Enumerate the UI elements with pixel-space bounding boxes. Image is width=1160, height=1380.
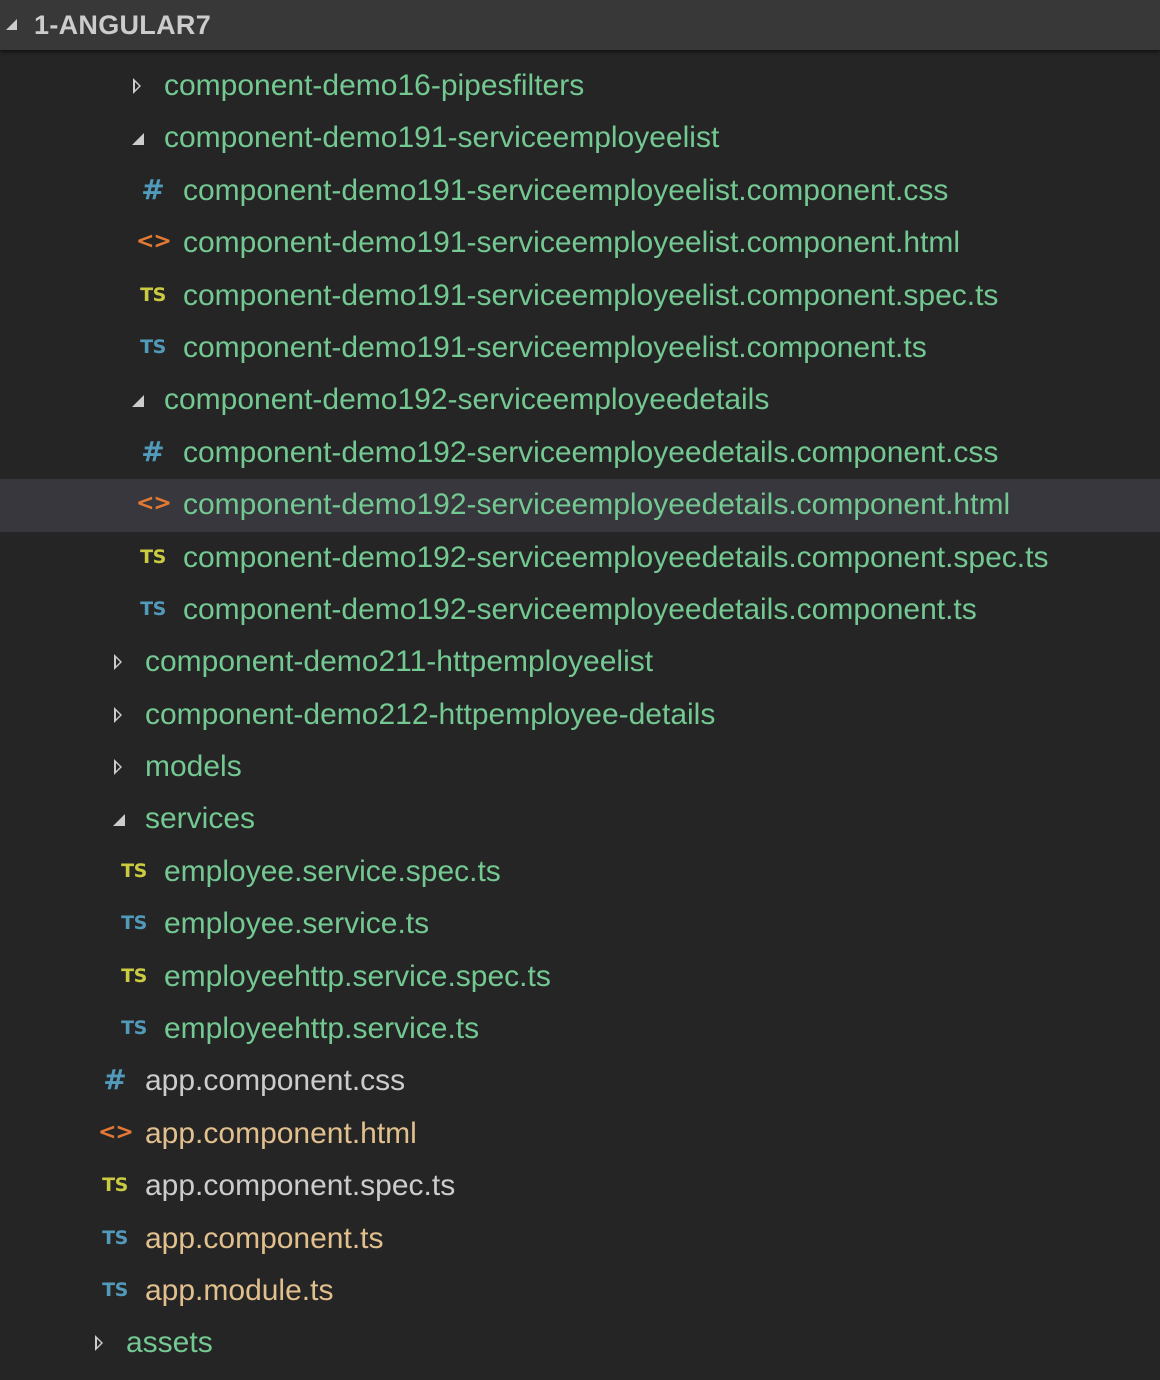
css-file-icon: #	[103, 1063, 127, 1097]
tree-item-folder[interactable]: component-demo192-serviceemployeedetails	[0, 374, 1160, 426]
folder-label: component-demo192-serviceemployeedetails	[164, 383, 770, 417]
ts-spec-file-icon: TS	[102, 1174, 128, 1197]
ts-file-icon: TS	[102, 1278, 128, 1301]
tree-item-file[interactable]: # app.component.css	[0, 1055, 1160, 1107]
ts-file-icon: TS	[140, 335, 166, 358]
tree-item-folder[interactable]: component-demo211-httpemployeelist	[0, 636, 1160, 688]
file-label: app.component.html	[145, 1116, 417, 1150]
explorer-root-header[interactable]: 1-ANGULAR7	[0, 0, 1160, 50]
ts-file-icon: TS	[140, 597, 166, 620]
tree-item-file[interactable]: TS component-demo191-serviceemployeelist…	[0, 322, 1160, 374]
file-label: component-demo191-serviceemployeelist.co…	[183, 278, 999, 312]
tree-item-file[interactable]: # component-demo192-serviceemployeedetai…	[0, 427, 1160, 479]
tree-item-folder[interactable]: component-demo191-serviceemployeelist	[0, 112, 1160, 164]
ts-spec-file-icon: TS	[140, 545, 166, 568]
file-label: employee.service.ts	[164, 907, 430, 941]
file-label: employee.service.spec.ts	[164, 854, 501, 888]
folder-label: models	[145, 750, 242, 784]
tree-item-folder[interactable]: assets	[0, 1317, 1160, 1369]
file-tree: component-demo16-pipesfilters component-…	[0, 60, 1160, 1370]
folder-label: component-demo191-serviceemployeelist	[164, 121, 720, 155]
tree-item-file[interactable]: TS app.component.spec.ts	[0, 1160, 1160, 1212]
file-label: component-demo192-serviceemployeedetails…	[183, 592, 977, 626]
css-file-icon: #	[141, 434, 165, 468]
folder-label: component-demo212-httpemployee-details	[145, 697, 716, 731]
folder-label: assets	[126, 1326, 213, 1360]
tree-item-file-selected[interactable]: <> component-demo192-serviceemployeedeta…	[0, 479, 1160, 532]
tree-item-folder[interactable]: component-demo212-httpemployee-details	[0, 689, 1160, 741]
tree-item-file[interactable]: TS app.module.ts	[0, 1265, 1160, 1317]
tree-item-file[interactable]: TS component-demo191-serviceemployeelist…	[0, 270, 1160, 322]
tree-item-file[interactable]: <> component-demo191-serviceemployeelist…	[0, 217, 1160, 269]
tree-item-file[interactable]: TS component-demo192-serviceemployeedeta…	[0, 584, 1160, 636]
ts-file-icon: TS	[121, 912, 147, 935]
file-label: component-demo192-serviceemployeedetails…	[183, 435, 999, 469]
ts-spec-file-icon: TS	[121, 964, 147, 987]
tree-item-folder[interactable]: component-demo16-pipesfilters	[0, 60, 1160, 112]
folder-label: services	[145, 802, 256, 836]
file-label: employeehttp.service.spec.ts	[164, 959, 551, 993]
chevron-down-icon[interactable]	[132, 133, 144, 146]
chevron-right-icon[interactable]	[95, 1335, 103, 1352]
root-folder-title: 1-ANGULAR7	[34, 10, 212, 40]
chevron-right-icon[interactable]	[114, 706, 122, 723]
tree-item-file[interactable]: TS component-demo192-serviceemployeedeta…	[0, 532, 1160, 584]
file-label: component-demo191-serviceemployeelist.co…	[183, 173, 949, 207]
ts-spec-file-icon: TS	[140, 283, 166, 306]
tree-item-file[interactable]: TS app.component.ts	[0, 1213, 1160, 1265]
tree-item-file[interactable]: # component-demo191-serviceemployeelist.…	[0, 165, 1160, 217]
folder-label: component-demo211-httpemployeelist	[145, 645, 654, 679]
tree-item-file[interactable]: TS employeehttp.service.ts	[0, 1003, 1160, 1055]
file-label: component-demo192-serviceemployeedetails…	[183, 540, 1049, 574]
tree-item-file[interactable]: TS employee.service.spec.ts	[0, 846, 1160, 898]
ts-spec-file-icon: TS	[121, 859, 147, 882]
chevron-down-icon[interactable]	[132, 395, 144, 408]
file-label: component-demo191-serviceemployeelist.co…	[183, 226, 961, 260]
file-label: app.component.ts	[145, 1221, 384, 1255]
html-file-icon: <>	[136, 491, 172, 517]
tree-item-file[interactable]: TS employee.service.ts	[0, 898, 1160, 950]
css-file-icon: #	[141, 172, 165, 206]
file-label: component-demo192-serviceemployeedetails…	[183, 488, 1011, 522]
expanded-arrow-icon[interactable]	[6, 19, 17, 30]
file-label: app.module.ts	[145, 1273, 334, 1307]
chevron-right-icon[interactable]	[114, 654, 122, 671]
ts-file-icon: TS	[121, 1017, 147, 1040]
chevron-right-icon[interactable]	[114, 759, 122, 776]
tree-item-folder[interactable]: services	[0, 793, 1160, 845]
file-label: app.component.css	[145, 1064, 406, 1098]
chevron-down-icon[interactable]	[113, 814, 125, 827]
ts-file-icon: TS	[102, 1226, 128, 1249]
chevron-right-icon[interactable]	[133, 78, 141, 94]
html-file-icon: <>	[98, 1119, 134, 1145]
file-label: app.component.spec.ts	[145, 1169, 456, 1203]
html-file-icon: <>	[136, 229, 172, 255]
tree-item-file[interactable]: TS employeehttp.service.spec.ts	[0, 951, 1160, 1003]
file-label: employeehttp.service.ts	[164, 1012, 480, 1046]
file-explorer: 1-ANGULAR7 component-demo16-pipesfilters…	[0, 0, 1160, 1380]
tree-item-folder[interactable]: models	[0, 741, 1160, 793]
folder-label: component-demo16-pipesfilters	[164, 69, 585, 102]
file-label: component-demo191-serviceemployeelist.co…	[183, 330, 927, 364]
tree-item-file[interactable]: <> app.component.html	[0, 1108, 1160, 1160]
